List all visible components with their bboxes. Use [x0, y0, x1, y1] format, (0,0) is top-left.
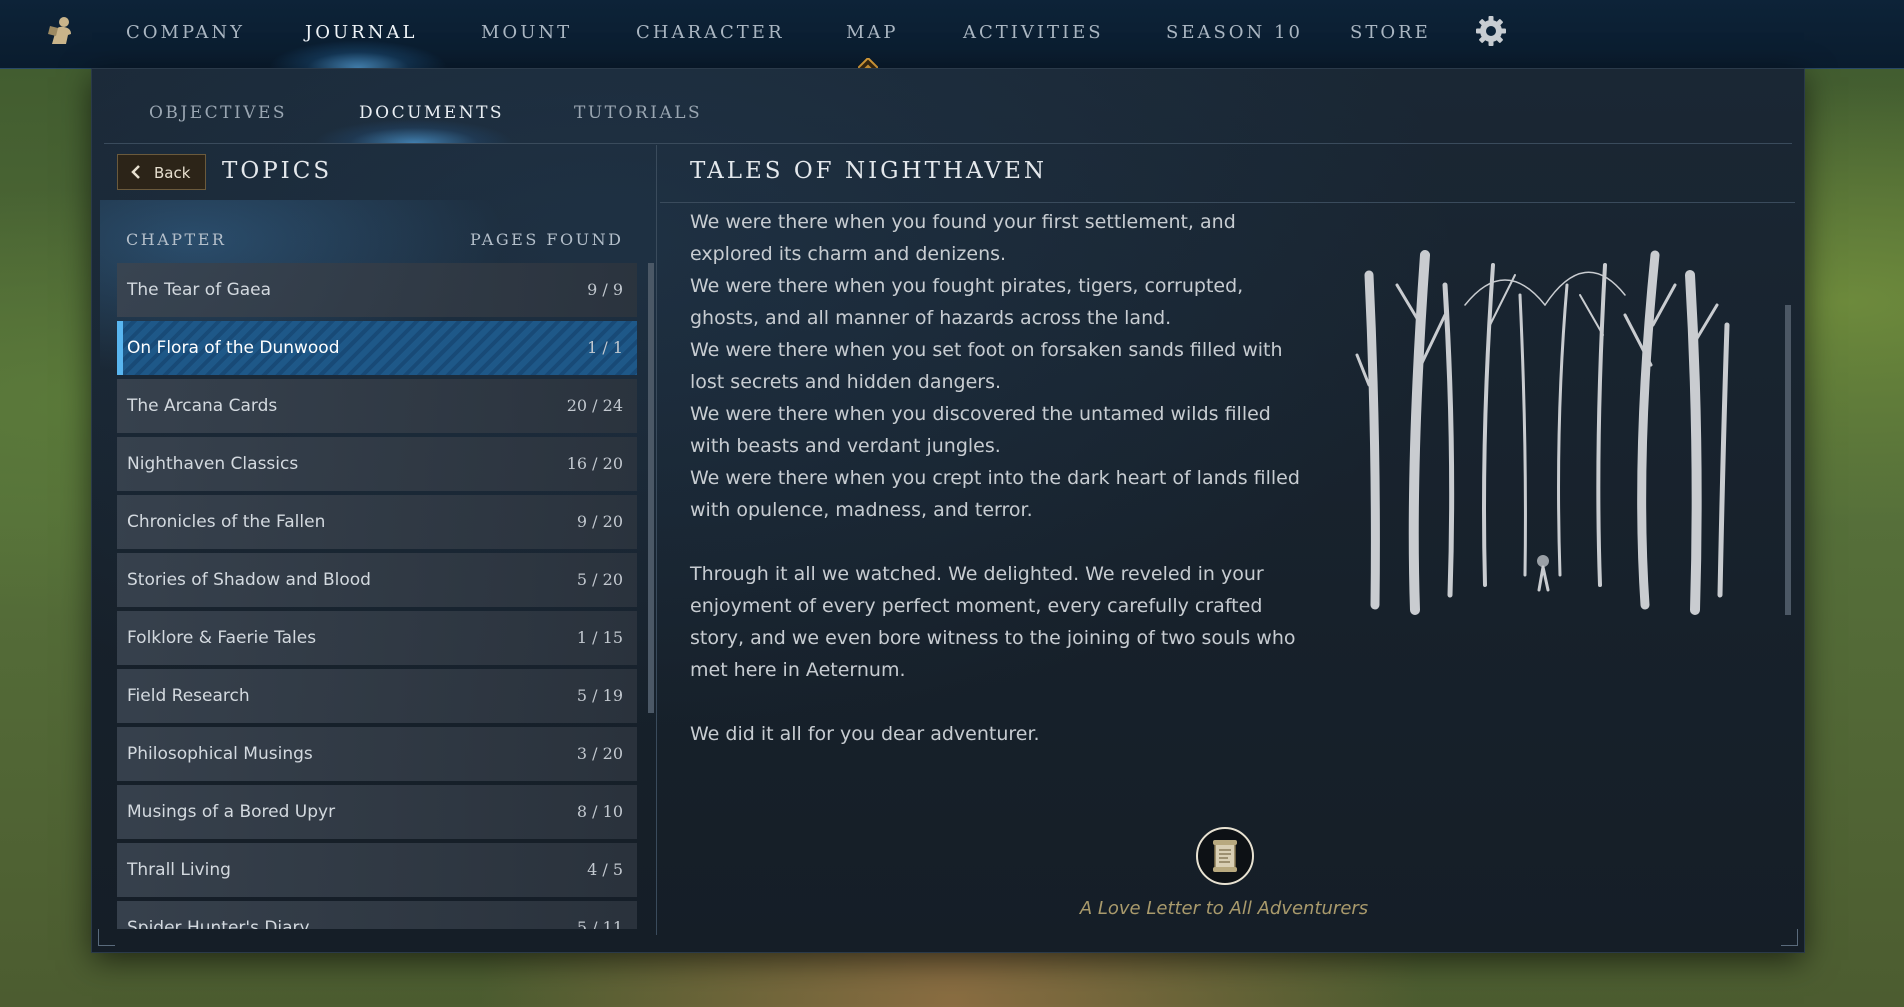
nav-journal[interactable]: JOURNAL — [305, 18, 417, 48]
document-line: Through it all we watched. We delighted.… — [690, 563, 1264, 585]
chapter-list-scrollbar-thumb[interactable] — [648, 263, 654, 713]
chapter-row[interactable]: Nighthaven Classics 16 / 20 — [117, 437, 637, 491]
document-line: We were there when you found your first … — [690, 211, 1236, 233]
nav-mount[interactable]: MOUNT — [481, 18, 572, 48]
chapter-name: Thrall Living — [127, 860, 231, 880]
document-line: We were there when you crept into the da… — [690, 467, 1300, 489]
chapter-name: Musings of a Bored Upyr — [127, 802, 336, 822]
document-line: lost secrets and hidden dangers. — [690, 371, 1002, 393]
chapter-column-header: CHAPTER — [126, 230, 227, 249]
chapter-pages-count: 9 / 20 — [576, 512, 623, 531]
chapter-pages-count: 20 / 24 — [566, 396, 623, 415]
chapter-row[interactable]: Stories of Shadow and Blood 5 / 20 — [117, 553, 637, 607]
document-scrollbar[interactable] — [1785, 305, 1791, 615]
tab-objectives[interactable]: OBJECTIVES — [149, 99, 287, 127]
document-line: explored its charm and denizens. — [690, 243, 1007, 265]
chapter-row[interactable]: Folklore & Faerie Tales 1 / 15 — [117, 611, 637, 665]
back-button[interactable]: Back — [117, 154, 206, 190]
chapter-row[interactable]: The Arcana Cards 20 / 24 — [117, 379, 637, 433]
document-line: We were there when you discovered the un… — [690, 403, 1271, 425]
panel-corner — [98, 929, 115, 946]
nav-character[interactable]: CHARACTER — [636, 18, 785, 48]
chapter-row[interactable]: Philosophical Musings 3 / 20 — [117, 727, 637, 781]
back-button-label: Back — [154, 164, 191, 182]
document-title-divider — [660, 202, 1795, 203]
chapter-row[interactable]: Spider Hunter's Diary 5 / 11 — [117, 901, 637, 929]
chapter-name: Stories of Shadow and Blood — [127, 570, 371, 590]
document-line: enjoyment of every perfect moment, every… — [690, 595, 1263, 617]
forest-trees-illustration — [1355, 250, 1730, 615]
nav-company[interactable]: COMPANY — [126, 18, 245, 48]
chapter-pages-count: 5 / 19 — [576, 686, 623, 705]
chapter-pages-count: 9 / 9 — [587, 280, 623, 299]
chapter-pages-count: 5 / 20 — [576, 570, 623, 589]
scroll-icon[interactable] — [1196, 827, 1254, 885]
chapter-row[interactable]: Chronicles of the Fallen 9 / 20 — [117, 495, 637, 549]
chapter-name: Folklore & Faerie Tales — [127, 628, 317, 648]
chapter-name: Chronicles of the Fallen — [127, 512, 326, 532]
document-paragraph: We did it all for you dear adventurer. — [690, 718, 1340, 750]
nav-store[interactable]: STORE — [1350, 18, 1431, 48]
chapter-name: Philosophical Musings — [127, 744, 313, 764]
nav-activities[interactable]: ACTIVITIES — [963, 18, 1104, 48]
panel-corner — [1781, 929, 1798, 946]
chevron-left-icon — [131, 165, 140, 179]
gear-icon[interactable] — [1474, 14, 1508, 48]
chapter-row[interactable]: On Flora of the Dunwood 1 / 1 — [117, 321, 637, 375]
column-divider — [656, 145, 657, 935]
document-paragraph: Through it all we watched. We delighted.… — [690, 558, 1340, 686]
chapter-pages-count: 8 / 10 — [576, 802, 623, 821]
chapter-pages-count: 4 / 5 — [587, 860, 623, 879]
document-line: met here in Aeternum. — [690, 659, 906, 681]
document-line: We were there when you fought pirates, t… — [690, 275, 1244, 297]
document-body: We were there when you found your first … — [690, 206, 1340, 782]
chapter-name: The Tear of Gaea — [127, 280, 272, 300]
document-caption: A Love Letter to All Adventurers — [1079, 898, 1369, 919]
chapter-pages-count: 5 / 11 — [576, 918, 623, 929]
companion-figure-icon[interactable] — [44, 14, 78, 48]
top-navigation: COMPANY JOURNAL MOUNT CHARACTER MAP ACTI… — [0, 0, 1904, 78]
document-line: We were there when you set foot on forsa… — [690, 339, 1283, 361]
chapter-name: Field Research — [127, 686, 250, 706]
chapter-pages-count: 16 / 20 — [566, 454, 623, 473]
nav-season[interactable]: SEASON 10 — [1166, 18, 1303, 48]
document-line: story, and we even bore witness to the j… — [690, 627, 1296, 649]
nav-map[interactable]: MAP — [846, 18, 899, 48]
document-line: with opulence, madness, and terror. — [690, 499, 1033, 521]
chapter-name: Spider Hunter's Diary — [127, 918, 310, 929]
chapter-row[interactable]: Field Research 5 / 19 — [117, 669, 637, 723]
document-line: ghosts, and all manner of hazards across… — [690, 307, 1172, 329]
chapter-list[interactable]: The Tear of Gaea 9 / 9 On Flora of the Dun… — [117, 263, 637, 929]
chapter-pages-count: 1 / 15 — [576, 628, 623, 647]
document-title: TALES OF NIGHTHAVEN — [690, 158, 1047, 184]
document-line: We did it all for you dear adventurer. — [690, 723, 1040, 745]
pages-found-column-header: PAGES FOUND — [470, 230, 624, 249]
subtab-divider — [104, 143, 1792, 144]
document-paragraph: We were there when you found your first … — [690, 206, 1340, 526]
topics-title: TOPICS — [222, 158, 333, 184]
tab-documents[interactable]: DOCUMENTS — [359, 99, 504, 127]
scroll-glyph-icon — [1213, 840, 1237, 872]
chapter-pages-count: 1 / 1 — [587, 338, 623, 357]
chapter-name: On Flora of the Dunwood — [127, 338, 340, 358]
document-line: with beasts and verdant jungles. — [690, 435, 1001, 457]
tab-tutorials[interactable]: TUTORIALS — [574, 99, 702, 127]
chapter-name: Nighthaven Classics — [127, 454, 299, 474]
chapter-row[interactable]: The Tear of Gaea 9 / 9 — [117, 263, 637, 317]
chapter-pages-count: 3 / 20 — [576, 744, 623, 763]
chapter-row[interactable]: Thrall Living 4 / 5 — [117, 843, 637, 897]
chapter-name: The Arcana Cards — [127, 396, 278, 416]
chapter-row[interactable]: Musings of a Bored Upyr 8 / 10 — [117, 785, 637, 839]
